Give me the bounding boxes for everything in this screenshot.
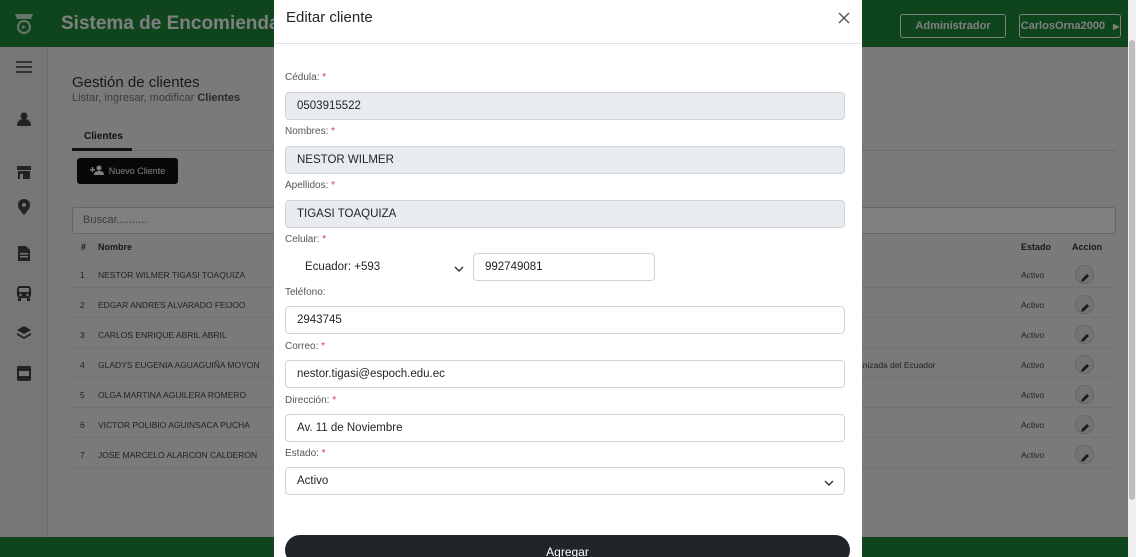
required-mark: * [332, 395, 337, 406]
cedula-field[interactable]: 0503915522 [285, 92, 845, 120]
page-scrollbar[interactable] [1128, 0, 1136, 557]
direccion-field[interactable]: Av. 11 de Noviembre [285, 414, 845, 442]
correo-label-text: Correo: [285, 341, 319, 352]
celular-label-text: Celular: [285, 234, 320, 245]
required-mark: * [331, 126, 336, 137]
telefono-field[interactable]: 2943745 [285, 306, 845, 334]
modal-header: Editar cliente [274, 0, 862, 44]
close-icon[interactable] [836, 10, 852, 26]
edit-client-modal: Editar cliente Cédula: * 0503915522 Nomb… [274, 0, 862, 557]
direccion-label-text: Dirección: [285, 395, 330, 406]
correo-field[interactable]: nestor.tigasi@espoch.edu.ec [285, 360, 845, 388]
nombres-label-text: Nombres: [285, 126, 329, 137]
telefono-label: Teléfono: [285, 287, 326, 298]
celular-label: Celular: * [285, 234, 326, 245]
country-code-value: Ecuador: +593 [305, 261, 381, 273]
submit-button[interactable]: Agregar [285, 535, 850, 557]
scrollbar-thumb[interactable] [1129, 40, 1135, 500]
required-mark: * [321, 448, 326, 459]
estado-value: Activo [297, 475, 329, 487]
celular-field[interactable]: 992749081 [473, 253, 655, 281]
nombres-field[interactable]: NESTOR WILMER [285, 146, 845, 174]
correo-label: Correo: * [285, 341, 325, 352]
direccion-label: Dirección: * [285, 395, 336, 406]
apellidos-field[interactable]: TIGASI TOAQUIZA [285, 200, 845, 228]
required-mark: * [331, 180, 336, 191]
estado-label: Estado: * [285, 448, 326, 459]
required-mark: * [322, 72, 327, 83]
apellidos-label-text: Apellidos: [285, 180, 329, 191]
cedula-label-text: Cédula: [285, 72, 320, 83]
country-code-select[interactable]: Ecuador: +593 [293, 253, 473, 281]
required-mark: * [322, 234, 327, 245]
modal-title: Editar cliente [286, 9, 373, 26]
chevron-down-icon [454, 264, 464, 276]
cedula-label: Cédula: * [285, 72, 326, 83]
apellidos-label: Apellidos: * [285, 180, 335, 191]
required-mark: * [321, 341, 326, 352]
estado-select[interactable]: Activo [285, 467, 845, 495]
nombres-label: Nombres: * [285, 126, 335, 137]
estado-label-text: Estado: [285, 448, 319, 459]
chevron-down-icon [824, 478, 834, 490]
